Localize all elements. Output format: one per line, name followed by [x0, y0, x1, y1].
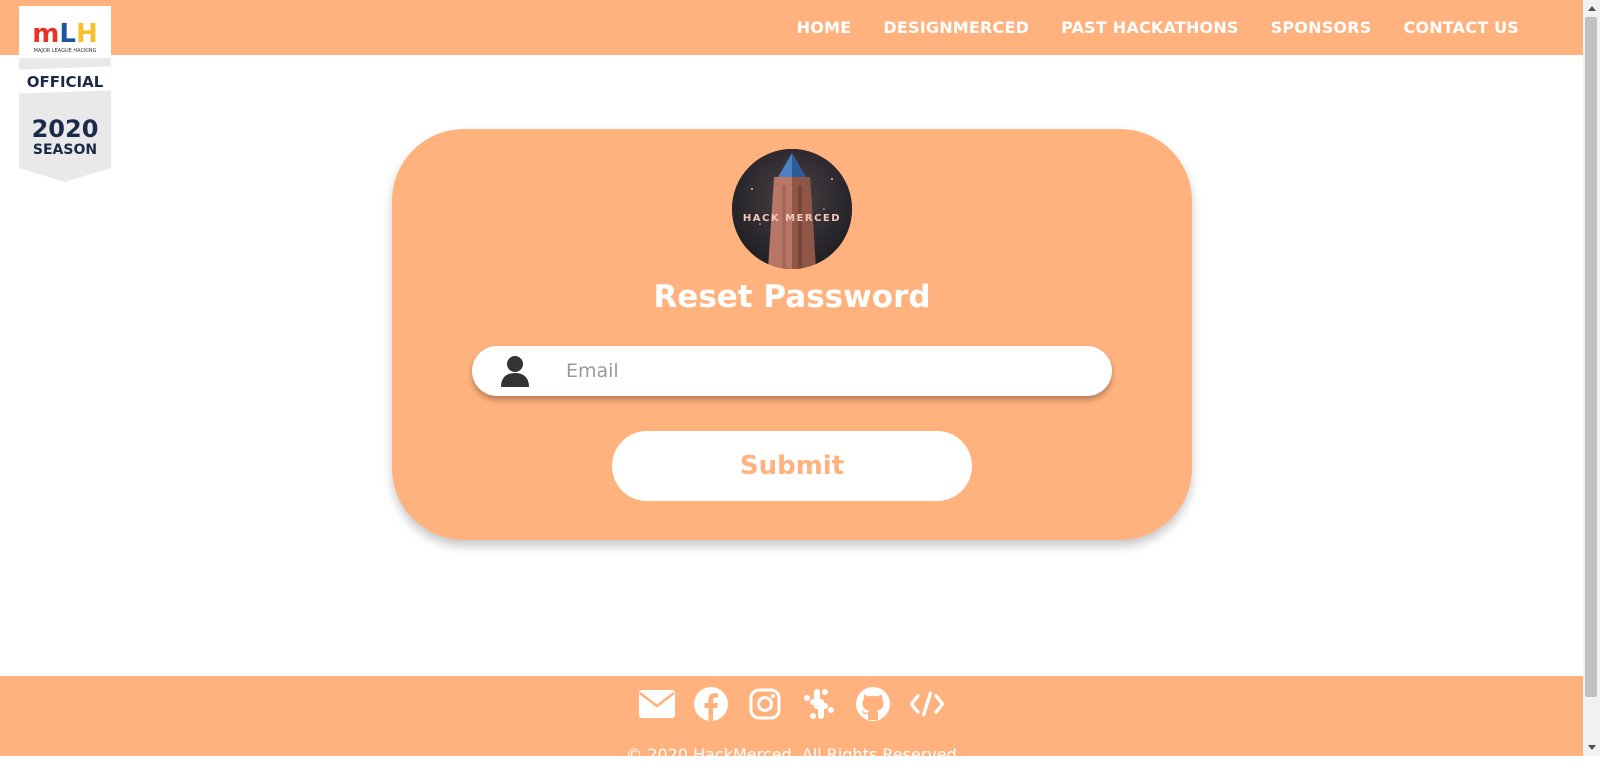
facebook-icon[interactable] [693, 686, 729, 722]
year-text: 2020 [32, 115, 99, 143]
page-title: Reset Password [653, 279, 931, 315]
nav-sponsors-link[interactable]: SPONSORS [1271, 18, 1372, 37]
season-text: SEASON [33, 142, 97, 158]
mlh-badge[interactable]: mLH MAJOR LEAGUE HACKING OFFICIAL 2020 S… [19, 6, 111, 182]
nav-designmerced-link[interactable]: DESIGNMERCED [883, 18, 1029, 37]
envelope-icon[interactable] [638, 686, 675, 722]
nav-home-link[interactable]: HOME [797, 18, 852, 37]
scroll-down-icon[interactable] [1583, 739, 1600, 756]
hackmerced-logo: HACK MERCED [732, 149, 852, 269]
logo-text: HACK MERCED [743, 213, 841, 224]
copyright-text: © 2020 HackMerced. All Rights Reserved [626, 745, 957, 764]
mlh-tagline: MAJOR LEAGUE HACKING [34, 48, 97, 54]
page-scrollbar[interactable] [1583, 0, 1600, 756]
code-icon[interactable] [909, 686, 945, 722]
mlh-logo-text: mLH [32, 19, 97, 49]
email-input[interactable] [566, 360, 1066, 382]
nav-contact-us-link[interactable]: CONTACT US [1403, 18, 1519, 37]
slack-icon[interactable] [801, 686, 837, 722]
github-icon[interactable] [855, 686, 891, 722]
email-field-wrapper[interactable] [472, 346, 1112, 396]
submit-button[interactable]: Submit [612, 431, 972, 501]
instagram-icon[interactable] [747, 686, 783, 722]
social-links [0, 686, 1583, 722]
scroll-thumb[interactable] [1585, 17, 1597, 697]
nav-past-hackathons-link[interactable]: PAST HACKATHONS [1061, 18, 1239, 37]
official-text: OFFICIAL [27, 73, 104, 91]
reset-password-card: HACK MERCED Reset Password Submit [392, 129, 1192, 540]
footer: © 2020 HackMerced. All Rights Reserved [0, 676, 1583, 764]
navbar: HOME DESIGNMERCED PAST HACKATHONS SPONSO… [0, 0, 1583, 55]
user-icon [501, 356, 529, 387]
scroll-up-icon[interactable] [1583, 0, 1600, 17]
nav-links: HOME DESIGNMERCED PAST HACKATHONS SPONSO… [797, 0, 1519, 55]
